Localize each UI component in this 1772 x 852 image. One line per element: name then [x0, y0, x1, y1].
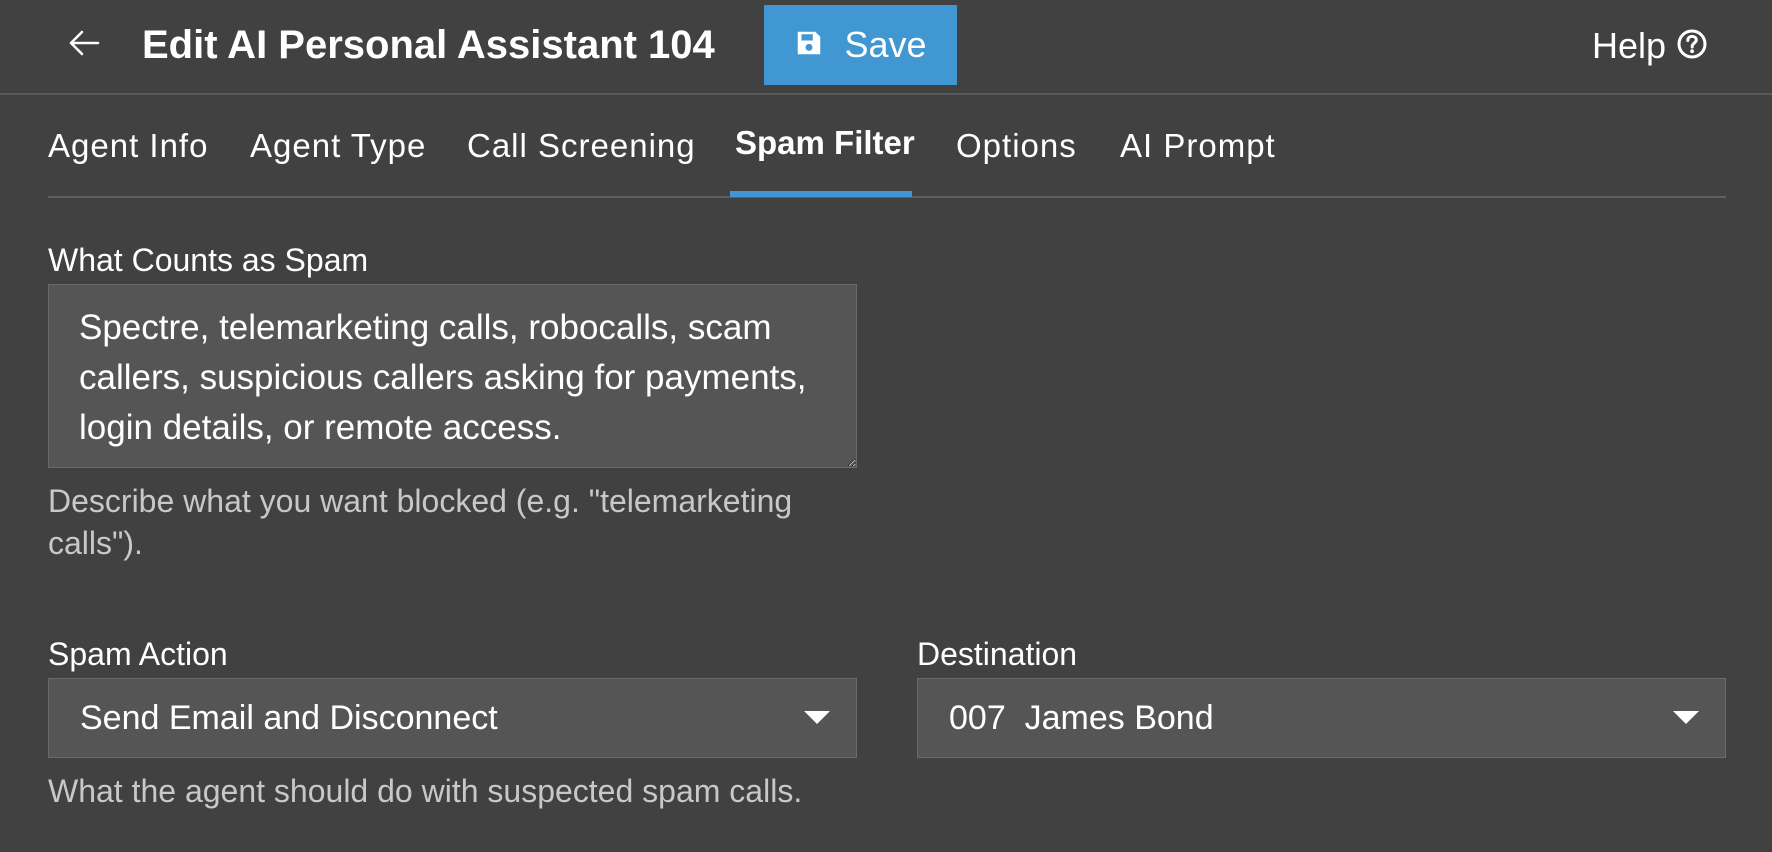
- spam-definition-textarea[interactable]: Spectre, telemarketing calls, robocalls,…: [48, 284, 857, 468]
- help-button-label: Help: [1592, 25, 1667, 66]
- question-circle-icon: [1676, 28, 1708, 65]
- spam-action-select[interactable]: Send Email and Disconnect: [48, 678, 857, 758]
- tab-call-screening[interactable]: Call Screening: [467, 96, 696, 196]
- caret-down-icon: [1673, 711, 1699, 724]
- destination-label: Destination: [917, 636, 1078, 672]
- floppy-disk-icon: [794, 28, 824, 63]
- tab-options[interactable]: Options: [956, 96, 1077, 196]
- arrow-left-icon: [68, 29, 100, 62]
- spam-definition-label: What Counts as Spam: [48, 242, 369, 278]
- tab-bar: Agent Info Agent Type Call Screening Spa…: [48, 96, 1726, 198]
- save-button[interactable]: Save: [764, 5, 957, 85]
- save-button-label: Save: [844, 24, 927, 65]
- tab-spam-filter[interactable]: Spam Filter: [735, 96, 915, 196]
- active-tab-indicator: [730, 191, 912, 197]
- tab-ai-prompt[interactable]: AI Prompt: [1120, 96, 1276, 196]
- spam-action-value: Send Email and Disconnect: [80, 699, 498, 737]
- spam-action-label: Spam Action: [48, 636, 228, 672]
- destination-value: 007 James Bond: [949, 699, 1214, 737]
- back-button[interactable]: [62, 26, 106, 64]
- top-bar: Edit AI Personal Assistant 104 Save Help: [0, 0, 1772, 95]
- spam-action-helper: What the agent should do with suspected …: [48, 773, 803, 809]
- tab-agent-info[interactable]: Agent Info: [48, 96, 208, 196]
- tab-agent-type[interactable]: Agent Type: [250, 96, 426, 196]
- help-button[interactable]: Help: [1592, 24, 1708, 68]
- caret-down-icon: [804, 711, 830, 724]
- destination-select[interactable]: 007 James Bond: [917, 678, 1726, 758]
- spam-definition-helper: Describe what you want blocked (e.g. "te…: [48, 483, 793, 561]
- page-title: Edit AI Personal Assistant 104: [142, 23, 715, 67]
